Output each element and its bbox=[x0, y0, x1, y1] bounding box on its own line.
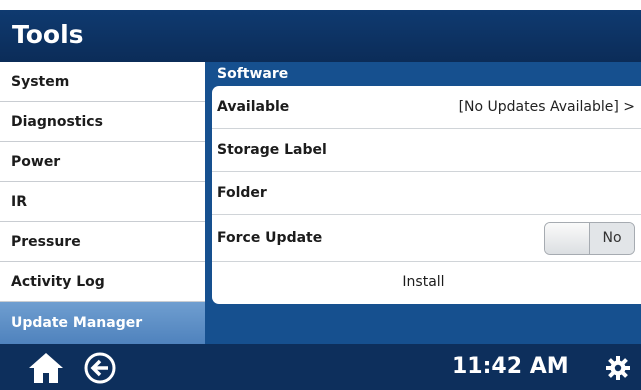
sidebar-item-system[interactable]: System bbox=[0, 62, 205, 102]
install-row[interactable]: Install bbox=[212, 262, 641, 302]
sidebar-item-diagnostics[interactable]: Diagnostics bbox=[0, 102, 205, 142]
back-icon[interactable] bbox=[84, 352, 116, 384]
home-icon[interactable] bbox=[28, 352, 64, 384]
sidebar-item-update-manager[interactable]: Update Manager bbox=[0, 302, 205, 344]
available-row[interactable]: Available [No Updates Available] > bbox=[212, 86, 641, 129]
folder-label: Folder bbox=[217, 185, 267, 201]
force-update-label: Force Update bbox=[217, 230, 323, 246]
sidebar-item-pressure[interactable]: Pressure bbox=[0, 222, 205, 262]
toggle-value: No bbox=[590, 222, 634, 254]
folder-row[interactable]: Folder bbox=[212, 172, 641, 215]
clock-display: 11:42 AM bbox=[452, 354, 569, 379]
page-title: Tools bbox=[12, 20, 84, 49]
available-value: [No Updates Available] > bbox=[458, 99, 635, 115]
available-label: Available bbox=[217, 99, 290, 115]
bottom-bar: 11:42 AM bbox=[0, 344, 641, 390]
sidebar: System Diagnostics Power IR Pressure Act… bbox=[0, 62, 205, 344]
force-update-row: Force Update No bbox=[212, 215, 641, 262]
install-button[interactable]: Install bbox=[402, 274, 444, 290]
gear-icon[interactable] bbox=[606, 356, 630, 380]
software-panel: Available [No Updates Available] > Stora… bbox=[212, 86, 641, 304]
storage-label-label: Storage Label bbox=[217, 142, 327, 158]
sidebar-item-power[interactable]: Power bbox=[0, 142, 205, 182]
main-content: Software Available [No Updates Available… bbox=[205, 62, 641, 344]
section-header: Software bbox=[217, 66, 289, 82]
title-bar: Tools bbox=[0, 0, 641, 62]
sidebar-item-ir[interactable]: IR bbox=[0, 182, 205, 222]
toggle-knob bbox=[545, 222, 590, 254]
force-update-toggle[interactable]: No bbox=[544, 221, 635, 255]
storage-label-row[interactable]: Storage Label bbox=[212, 129, 641, 172]
sidebar-item-activity-log[interactable]: Activity Log bbox=[0, 262, 205, 302]
